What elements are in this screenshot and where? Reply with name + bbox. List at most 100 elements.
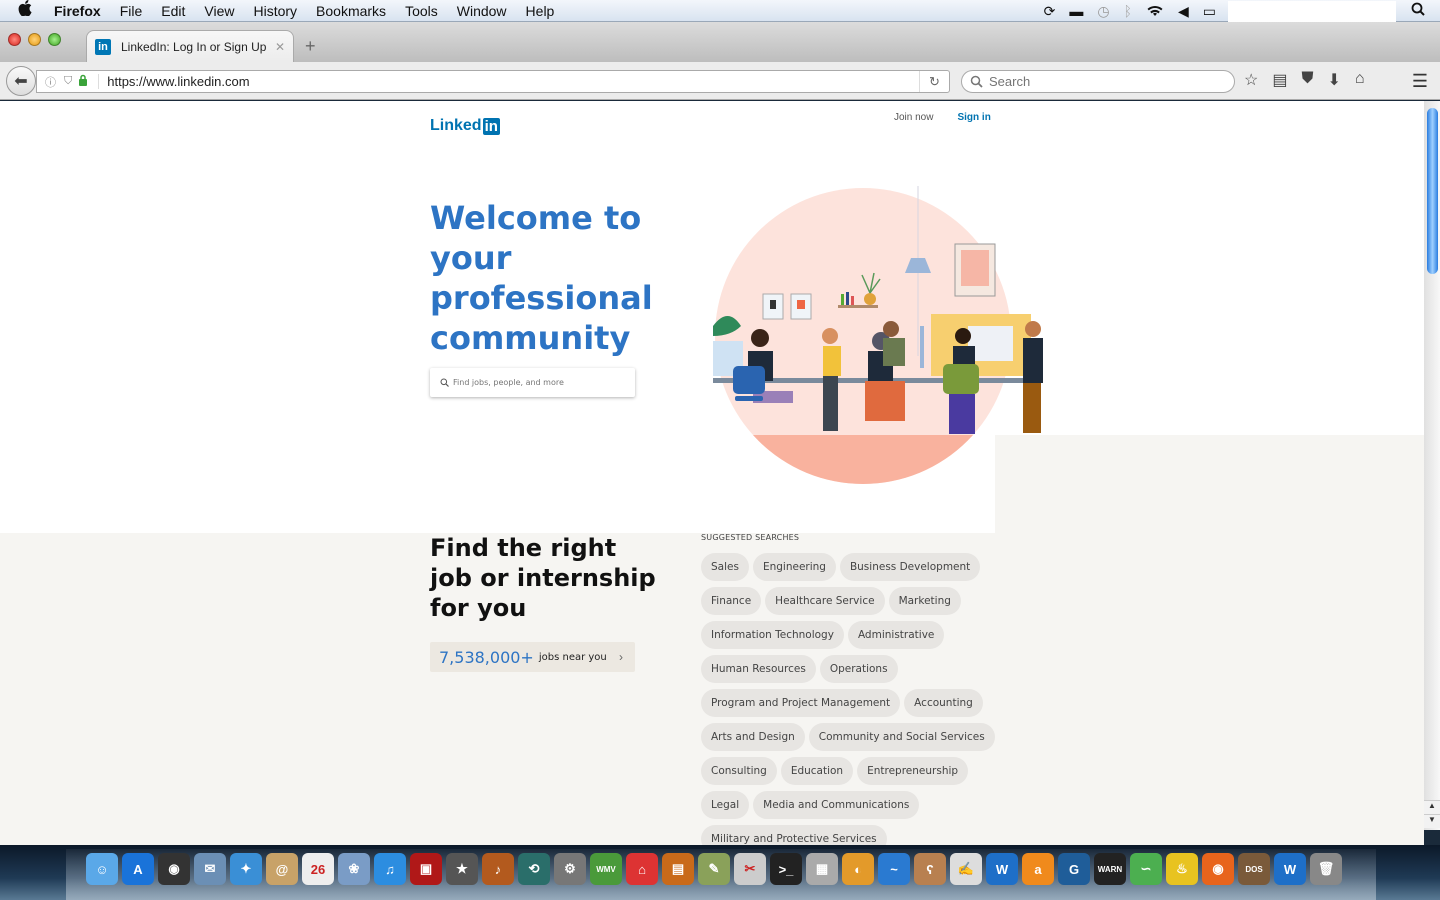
- jobs-near-you-button[interactable]: 7,538,000+ jobs near you ›: [430, 642, 635, 672]
- suggested-search-pill[interactable]: Legal: [701, 791, 750, 819]
- dock-wineskin-2-icon[interactable]: W: [1274, 853, 1306, 885]
- reading-list-icon[interactable]: ▤: [1272, 70, 1287, 90]
- suggested-search-pill[interactable]: Consulting: [701, 757, 777, 785]
- suggested-search-pill[interactable]: Healthcare Service: [765, 587, 885, 615]
- dock-finder-icon[interactable]: ☺: [86, 853, 118, 885]
- menu-tools[interactable]: Tools: [405, 3, 438, 19]
- menu-edit[interactable]: Edit: [161, 3, 185, 19]
- linkedin-logo[interactable]: Linked in: [430, 117, 500, 135]
- suggested-search-pill[interactable]: Administrative: [847, 621, 945, 649]
- suggested-search-pill[interactable]: Education: [780, 757, 854, 785]
- spotlight-search-icon[interactable]: [1396, 2, 1440, 20]
- battery-icon[interactable]: ▭: [1203, 3, 1216, 20]
- pocket-icon[interactable]: ⛊: [1301, 70, 1313, 90]
- dock-grab-icon[interactable]: ✂: [734, 853, 766, 885]
- dock-genie-icon[interactable]: ∽: [1130, 853, 1162, 885]
- zoom-window-button[interactable]: [48, 33, 61, 46]
- dock-time-machine-icon[interactable]: ⟲: [518, 853, 550, 885]
- bluetooth-icon[interactable]: ᛒ: [1124, 3, 1132, 19]
- reload-icon[interactable]: ↻: [919, 71, 949, 92]
- dock-iphoto-icon[interactable]: ❀: [338, 853, 370, 885]
- suggested-search-pill[interactable]: Finance: [701, 587, 762, 615]
- dock-wineskin-icon[interactable]: W: [986, 853, 1018, 885]
- menu-file[interactable]: File: [120, 3, 143, 19]
- suggested-search-pill[interactable]: Engineering: [752, 553, 836, 581]
- join-now-link[interactable]: Join now: [894, 112, 933, 123]
- suggested-search-pill[interactable]: Entrepreneurship: [857, 757, 969, 785]
- dock-mail-icon[interactable]: ✉: [194, 853, 226, 885]
- display-icon[interactable]: ▬: [1069, 3, 1083, 19]
- home-icon[interactable]: ⌂: [1355, 70, 1365, 90]
- dock-console-icon[interactable]: WARN: [1094, 853, 1126, 885]
- url-bar[interactable]: ⓘ ⛉ https://www.linkedin.com ↻: [36, 70, 950, 93]
- suggested-search-pill[interactable]: Operations: [819, 655, 898, 683]
- suggested-search-pill[interactable]: Accounting: [904, 689, 983, 717]
- dock-image-capture-icon[interactable]: ▤: [662, 853, 694, 885]
- suggested-search-pill[interactable]: Human Resources: [701, 655, 816, 683]
- dock-calculator-icon[interactable]: ▦: [806, 853, 838, 885]
- info-icon[interactable]: ⓘ: [45, 74, 56, 90]
- tracking-shield-icon[interactable]: ⛉: [64, 75, 72, 88]
- dock-cyberduck-icon[interactable]: ♨: [1166, 853, 1198, 885]
- minimize-window-button[interactable]: [28, 33, 41, 46]
- suggested-search-pill[interactable]: Community and Social Services: [808, 723, 995, 751]
- menu-firefox[interactable]: Firefox: [54, 3, 101, 19]
- scrollbar-thumb[interactable]: [1427, 108, 1438, 274]
- dock-home-app-icon[interactable]: ⌂: [626, 853, 658, 885]
- dock-growl-bear-icon[interactable]: ʕ: [914, 853, 946, 885]
- menu-history[interactable]: History: [253, 3, 297, 19]
- apple-menu-icon[interactable]: [18, 0, 36, 21]
- close-window-button[interactable]: [8, 33, 21, 46]
- job-search-input[interactable]: [453, 378, 623, 387]
- dock-terminal-icon[interactable]: >_: [770, 853, 802, 885]
- sync-icon[interactable]: ⟳: [1044, 3, 1056, 20]
- dock-system-prefs-icon[interactable]: ⚙: [554, 853, 586, 885]
- dock-trash-icon[interactable]: 🗑: [1310, 853, 1342, 885]
- dock-cleaner-icon[interactable]: ✎: [698, 853, 730, 885]
- new-tab-button[interactable]: +: [305, 36, 316, 57]
- dock-dosbox-icon[interactable]: DOS: [1238, 853, 1270, 885]
- suggested-search-pill[interactable]: Marketing: [888, 587, 961, 615]
- dock-imovie-icon[interactable]: ★: [446, 853, 478, 885]
- dock-garageband-icon[interactable]: ♪: [482, 853, 514, 885]
- scroll-up-arrow-icon[interactable]: ▲: [1424, 800, 1440, 814]
- dock-contacts-icon[interactable]: @: [266, 853, 298, 885]
- suggested-search-pill[interactable]: Media and Communications: [753, 791, 920, 819]
- suggested-search-pill[interactable]: Program and Project Management: [701, 689, 901, 717]
- tab-linkedin[interactable]: in LinkedIn: Log In or Sign Up ✕: [86, 30, 294, 62]
- dock-grapher-icon[interactable]: ◐: [842, 853, 874, 885]
- menu-help[interactable]: Help: [526, 3, 555, 19]
- dock-wmv-player-icon[interactable]: WMV: [590, 853, 622, 885]
- suggested-search-pill[interactable]: Information Technology: [701, 621, 844, 649]
- suggested-search-pill[interactable]: Military and Protective Services: [701, 825, 887, 845]
- dock-app-store-icon[interactable]: A: [122, 853, 154, 885]
- search-bar[interactable]: [961, 70, 1235, 93]
- close-tab-icon[interactable]: ✕: [275, 40, 285, 54]
- dock-calendar-icon[interactable]: 26: [302, 853, 334, 885]
- hamburger-menu-icon[interactable]: ☰: [1412, 71, 1428, 92]
- menu-window[interactable]: Window: [457, 3, 507, 19]
- dock-openoffice-icon[interactable]: ~: [878, 853, 910, 885]
- volume-icon[interactable]: ◀: [1178, 3, 1189, 20]
- sign-in-link[interactable]: Sign in: [957, 112, 990, 123]
- dock-firefox-icon[interactable]: ◉: [1202, 853, 1234, 885]
- menu-bookmarks[interactable]: Bookmarks: [316, 3, 386, 19]
- dock-dashboard-icon[interactable]: ◉: [158, 853, 190, 885]
- lock-icon[interactable]: [78, 74, 88, 89]
- suggested-search-pill[interactable]: Business Development: [839, 553, 981, 581]
- url-text[interactable]: https://www.linkedin.com: [98, 74, 250, 89]
- search-input[interactable]: [989, 74, 1209, 89]
- dock-home-network-icon[interactable]: G: [1058, 853, 1090, 885]
- menu-view[interactable]: View: [204, 3, 234, 19]
- dock-textedit-icon[interactable]: ✍: [950, 853, 982, 885]
- downloads-icon[interactable]: ⬇: [1327, 70, 1340, 90]
- dock-safari-icon[interactable]: ✦: [230, 853, 262, 885]
- suggested-search-pill[interactable]: Sales: [701, 553, 749, 581]
- suggested-search-pill[interactable]: Arts and Design: [701, 723, 805, 751]
- back-button[interactable]: ⬅: [6, 66, 36, 96]
- wifi-icon[interactable]: [1146, 3, 1164, 20]
- dock-amazon-music-icon[interactable]: a: [1022, 853, 1054, 885]
- dock-itunes-icon[interactable]: ♫: [374, 853, 406, 885]
- job-search-box[interactable]: [430, 368, 635, 397]
- scroll-down-arrow-icon[interactable]: ▼: [1424, 814, 1440, 828]
